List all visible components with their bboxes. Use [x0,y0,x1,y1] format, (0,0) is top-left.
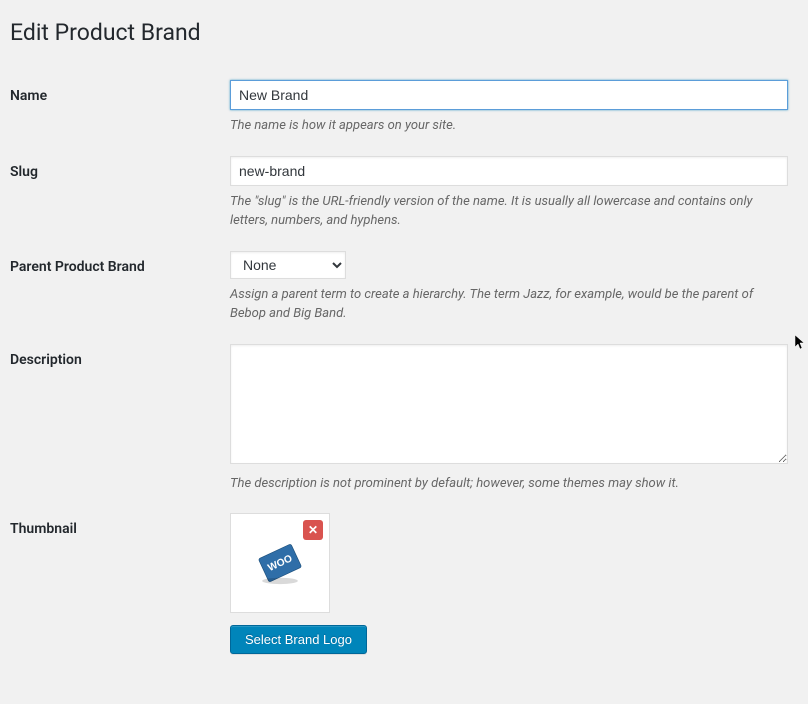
slug-description: The "slug" is the URL-friendly version o… [230,192,788,231]
name-description: The name is how it appears on your site. [230,116,788,136]
thumbnail-container: ✕ WOO [230,513,330,613]
edit-brand-form: Name The name is how it appears on your … [10,80,788,654]
parent-label: Parent Product Brand [10,251,230,324]
cursor-icon [795,335,807,355]
page-title: Edit Product Brand [10,10,788,50]
parent-select[interactable]: None [230,251,346,279]
thumbnail-label: Thumbnail [10,513,230,654]
slug-input[interactable] [230,156,788,186]
parent-description: Assign a parent term to create a hierarc… [230,285,788,324]
woo-logo-icon: WOO [248,531,312,595]
name-label: Name [10,80,230,136]
name-input[interactable] [230,80,788,110]
close-icon: ✕ [308,524,318,536]
remove-thumbnail-button[interactable]: ✕ [303,520,323,540]
description-label: Description [10,344,230,494]
select-brand-logo-button[interactable]: Select Brand Logo [230,625,367,654]
slug-label: Slug [10,156,230,231]
description-hint: The description is not prominent by defa… [230,474,788,494]
description-textarea[interactable] [230,344,788,464]
